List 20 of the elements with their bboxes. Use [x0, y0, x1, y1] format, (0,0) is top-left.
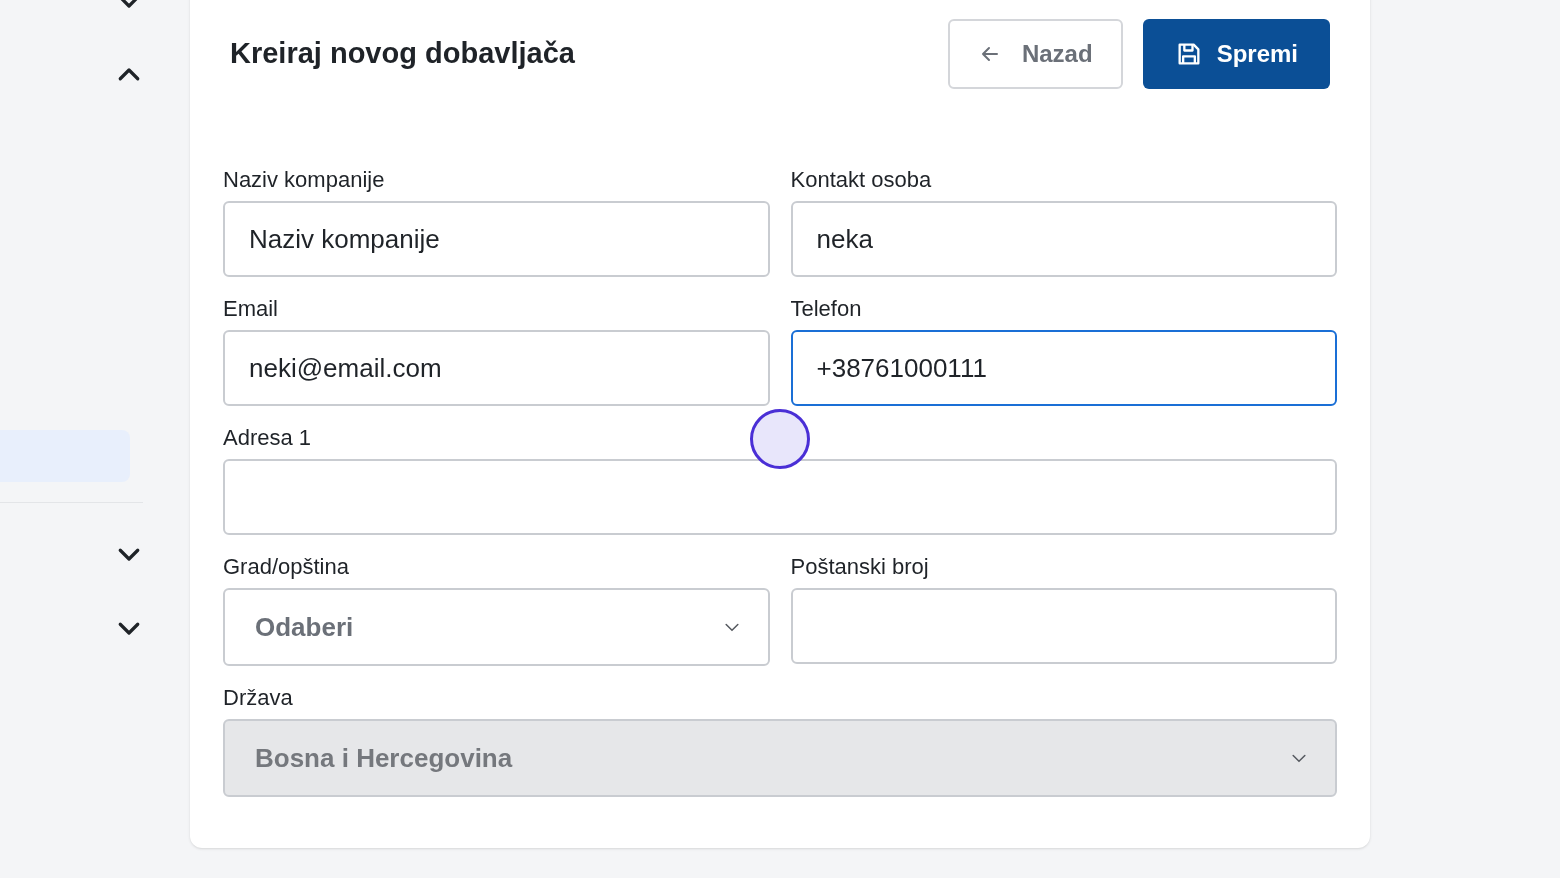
field-label: Adresa 1 [223, 426, 313, 450]
text-input-field[interactable]: +38761000111 [790, 330, 1337, 406]
field-label: Telefon [790, 297, 863, 321]
select-placeholder: Odaberi [255, 610, 354, 644]
text-input-field[interactable]: neka [790, 201, 1337, 277]
field-label: Kontakt osoba [790, 168, 933, 192]
back-button[interactable]: Nazad [947, 19, 1123, 89]
field-label: Poštanski broj [790, 555, 930, 579]
text-input-field[interactable]: neki@email.com [223, 330, 770, 406]
text-input-field[interactable] [790, 588, 1337, 664]
field-label: Grad/opština [223, 555, 350, 579]
page-title: Kreiraj novog dobavljača [230, 36, 575, 72]
field-label: Email [223, 297, 279, 321]
text-input-field[interactable]: Naziv kompanije [223, 201, 770, 277]
field-label: Država [223, 686, 294, 710]
field-label: Naziv kompanije [223, 168, 386, 192]
text-input-field[interactable] [223, 459, 1337, 535]
save-button[interactable]: Spremi [1142, 19, 1330, 89]
selected-value: Bosna i Hercegovina [255, 741, 513, 775]
select-dropdown[interactable]: Odaberi [223, 588, 770, 666]
